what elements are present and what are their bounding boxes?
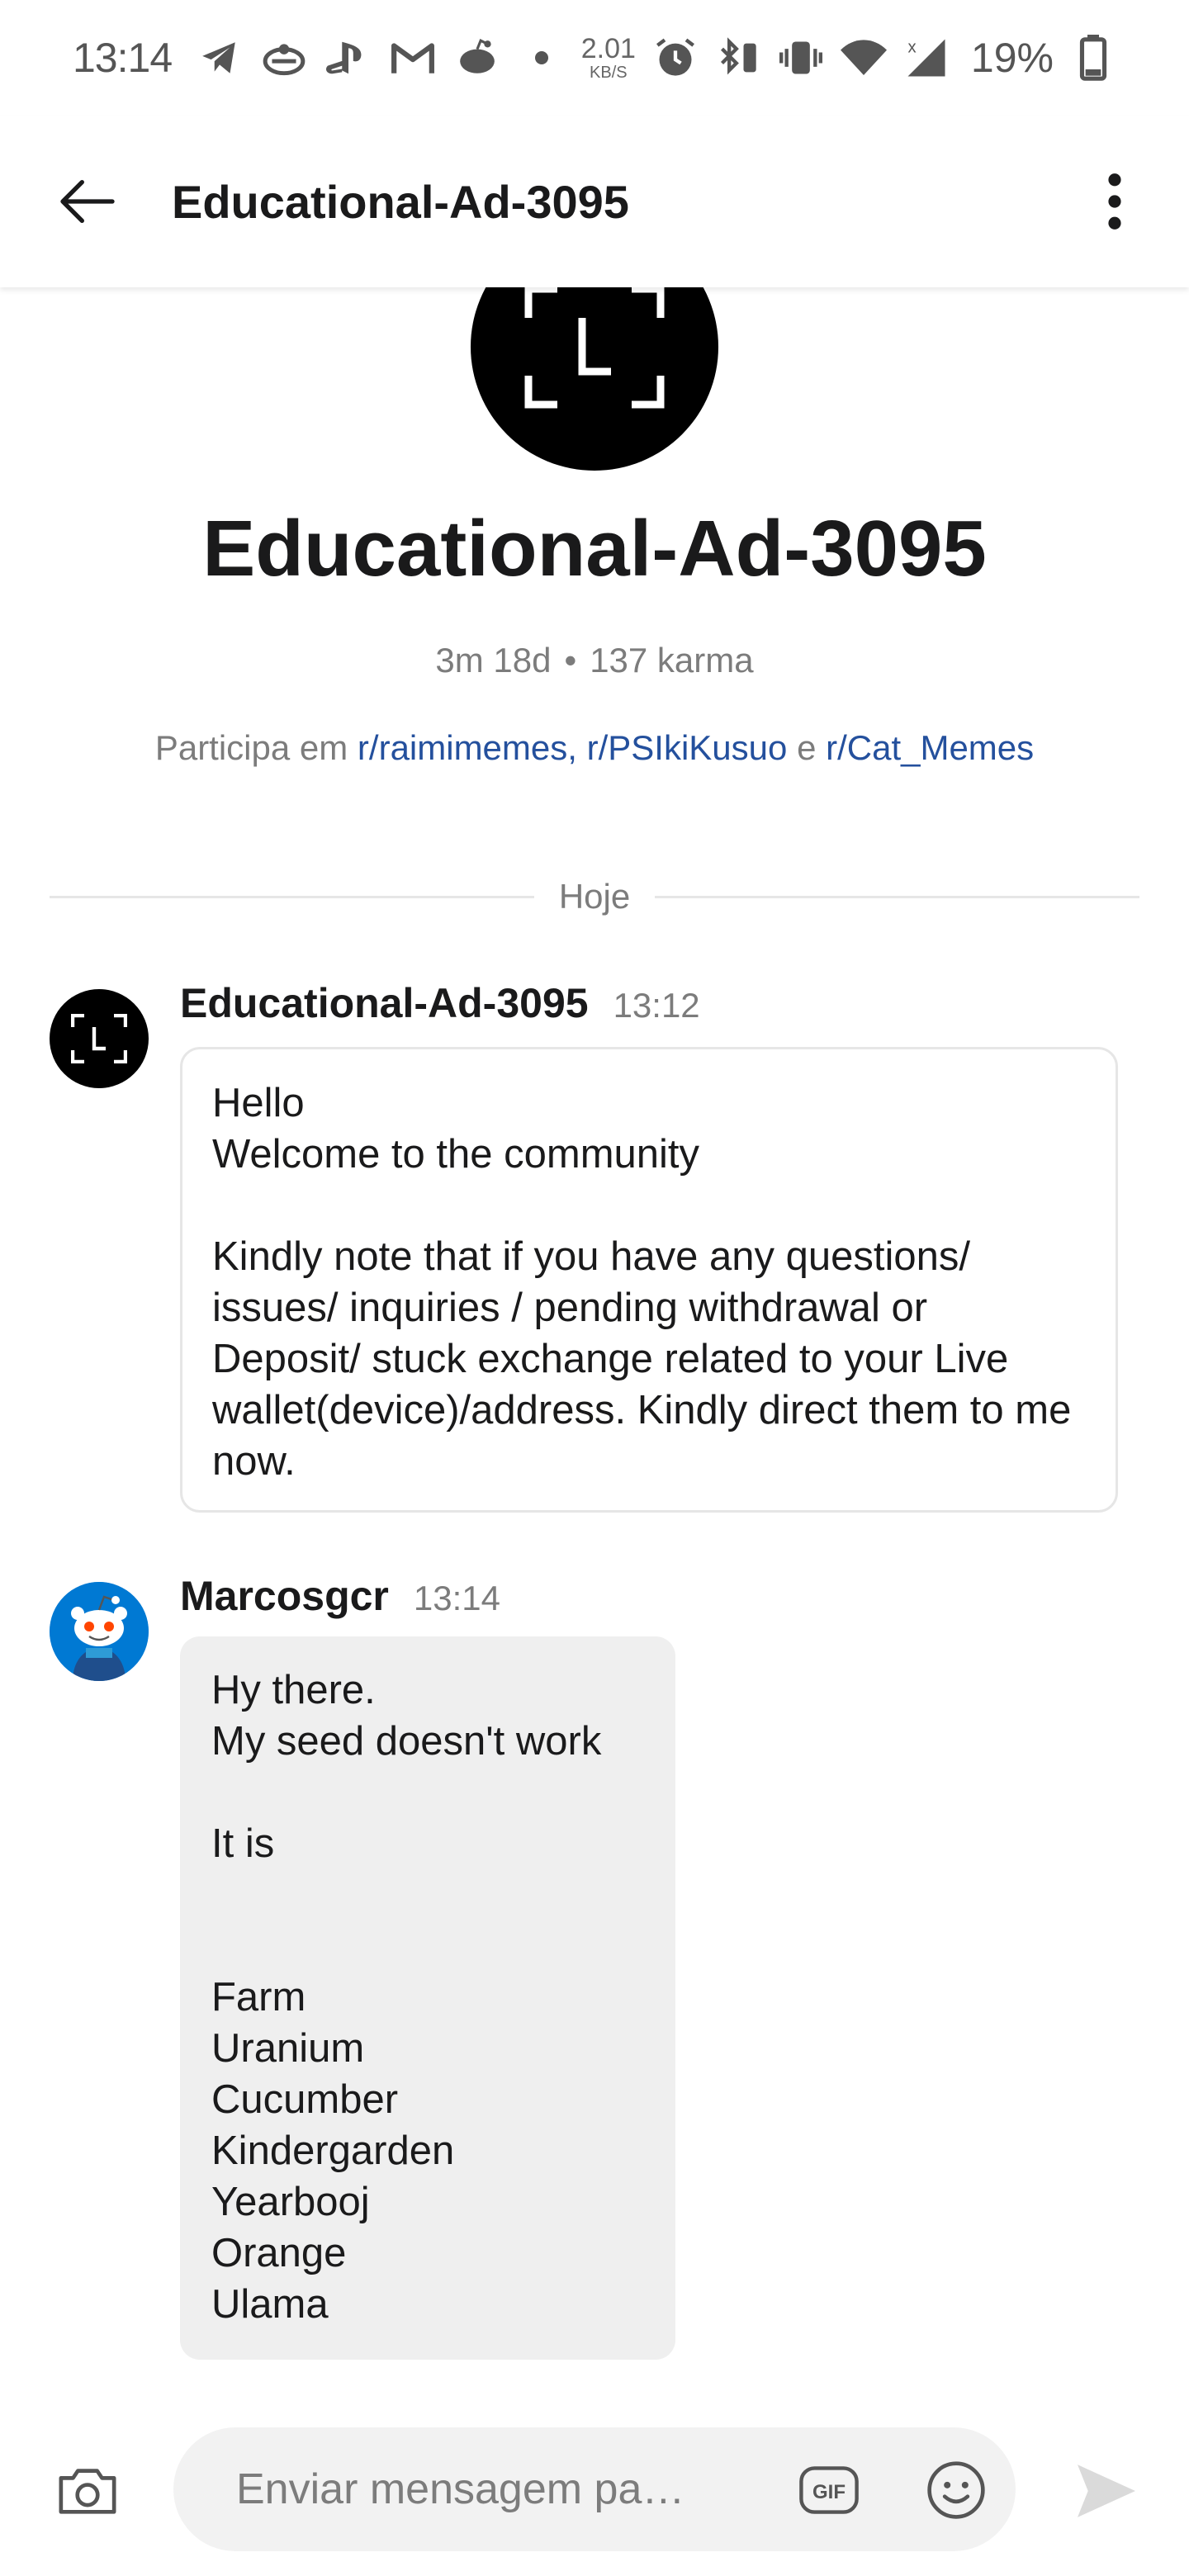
message-header: Marcosgcr 13:14 <box>180 1572 500 1620</box>
gif-icon: GIF <box>799 2466 859 2514</box>
karma-count: 137 karma <box>590 641 754 680</box>
status-time: 13:14 <box>73 35 173 81</box>
camera-icon <box>59 2469 116 2514</box>
svg-text:GIF: GIF <box>812 2481 846 2503</box>
gif-button[interactable]: GIF <box>796 2459 862 2522</box>
message-author[interactable]: Educational-Ad-3095 <box>180 979 589 1027</box>
more-vertical-icon <box>1108 173 1121 230</box>
status-bar: 13:14 2.01 KB/S x 19% <box>0 0 1189 116</box>
communities-conjunction: e <box>797 728 817 767</box>
message-time: 13:12 <box>613 986 700 1025</box>
more-options-button[interactable] <box>1073 160 1156 243</box>
snoo-avatar-icon <box>50 1582 149 1681</box>
message-composer: GIF <box>0 2427 1189 2576</box>
reddit-icon <box>454 35 500 81</box>
frame-logo-icon <box>71 1014 127 1063</box>
battery-percent: 19% <box>970 35 1054 81</box>
dot-icon <box>519 35 565 81</box>
emoji-icon <box>927 2461 985 2519</box>
message-bubble: Hello Welcome to the community Kindly no… <box>180 1047 1118 1513</box>
svg-text:x: x <box>907 38 916 56</box>
message-bubble: Hy there. My seed doesn't work It is Far… <box>180 1636 675 2360</box>
notification-icons <box>197 35 565 81</box>
bluetooth-battery-icon <box>715 35 761 81</box>
signal-icon: x <box>903 35 950 81</box>
community-link[interactable]: r/raimimemes, <box>358 728 577 767</box>
sender-avatar[interactable] <box>50 989 149 1088</box>
profile-name: Educational-Ad-3095 <box>202 504 987 593</box>
message-input[interactable] <box>173 2427 1016 2551</box>
send-button[interactable] <box>1067 2454 1146 2528</box>
alarm-icon <box>652 35 699 81</box>
camera-button[interactable] <box>46 2449 129 2531</box>
profile-meta: 3m 18d • 137 karma <box>0 641 1189 680</box>
day-divider-label: Hoje <box>558 877 631 916</box>
system-icons: 2.01 KB/S x 19% <box>581 34 1116 82</box>
battery-icon <box>1070 35 1116 81</box>
communities-prefix: Participa em <box>154 728 348 767</box>
playstation-icon <box>325 35 372 81</box>
message-author[interactable]: Marcosgcr <box>180 1572 389 1620</box>
profile-communities: Participa em r/raimimemes, r/PSIkiKusuo … <box>0 728 1189 768</box>
message-header: Educational-Ad-3095 13:12 <box>180 979 700 1027</box>
back-button[interactable] <box>46 160 129 243</box>
user-avatar[interactable] <box>50 1582 149 1681</box>
community-link[interactable]: r/Cat_Memes <box>826 728 1034 767</box>
app-header: Educational-Ad-3095 <box>0 116 1189 287</box>
vibrate-icon <box>778 35 824 81</box>
account-age: 3m 18d <box>435 641 552 680</box>
wifi-icon <box>840 35 887 81</box>
net-speed: 2.01 KB/S <box>580 33 636 82</box>
emoji-button[interactable] <box>923 2457 989 2523</box>
back-arrow-icon <box>60 180 115 223</box>
header-title: Educational-Ad-3095 <box>172 175 629 228</box>
send-icon <box>1078 2465 1135 2517</box>
gmail-icon <box>390 35 436 81</box>
community-link[interactable]: r/PSIkiKusuo <box>587 728 788 767</box>
game-icon <box>261 35 307 81</box>
telegram-icon <box>197 35 243 81</box>
meta-separator: • <box>564 641 577 680</box>
day-divider: Hoje <box>50 877 1140 916</box>
message-time: 13:14 <box>413 1579 500 1617</box>
frame-logo-icon <box>524 285 665 409</box>
